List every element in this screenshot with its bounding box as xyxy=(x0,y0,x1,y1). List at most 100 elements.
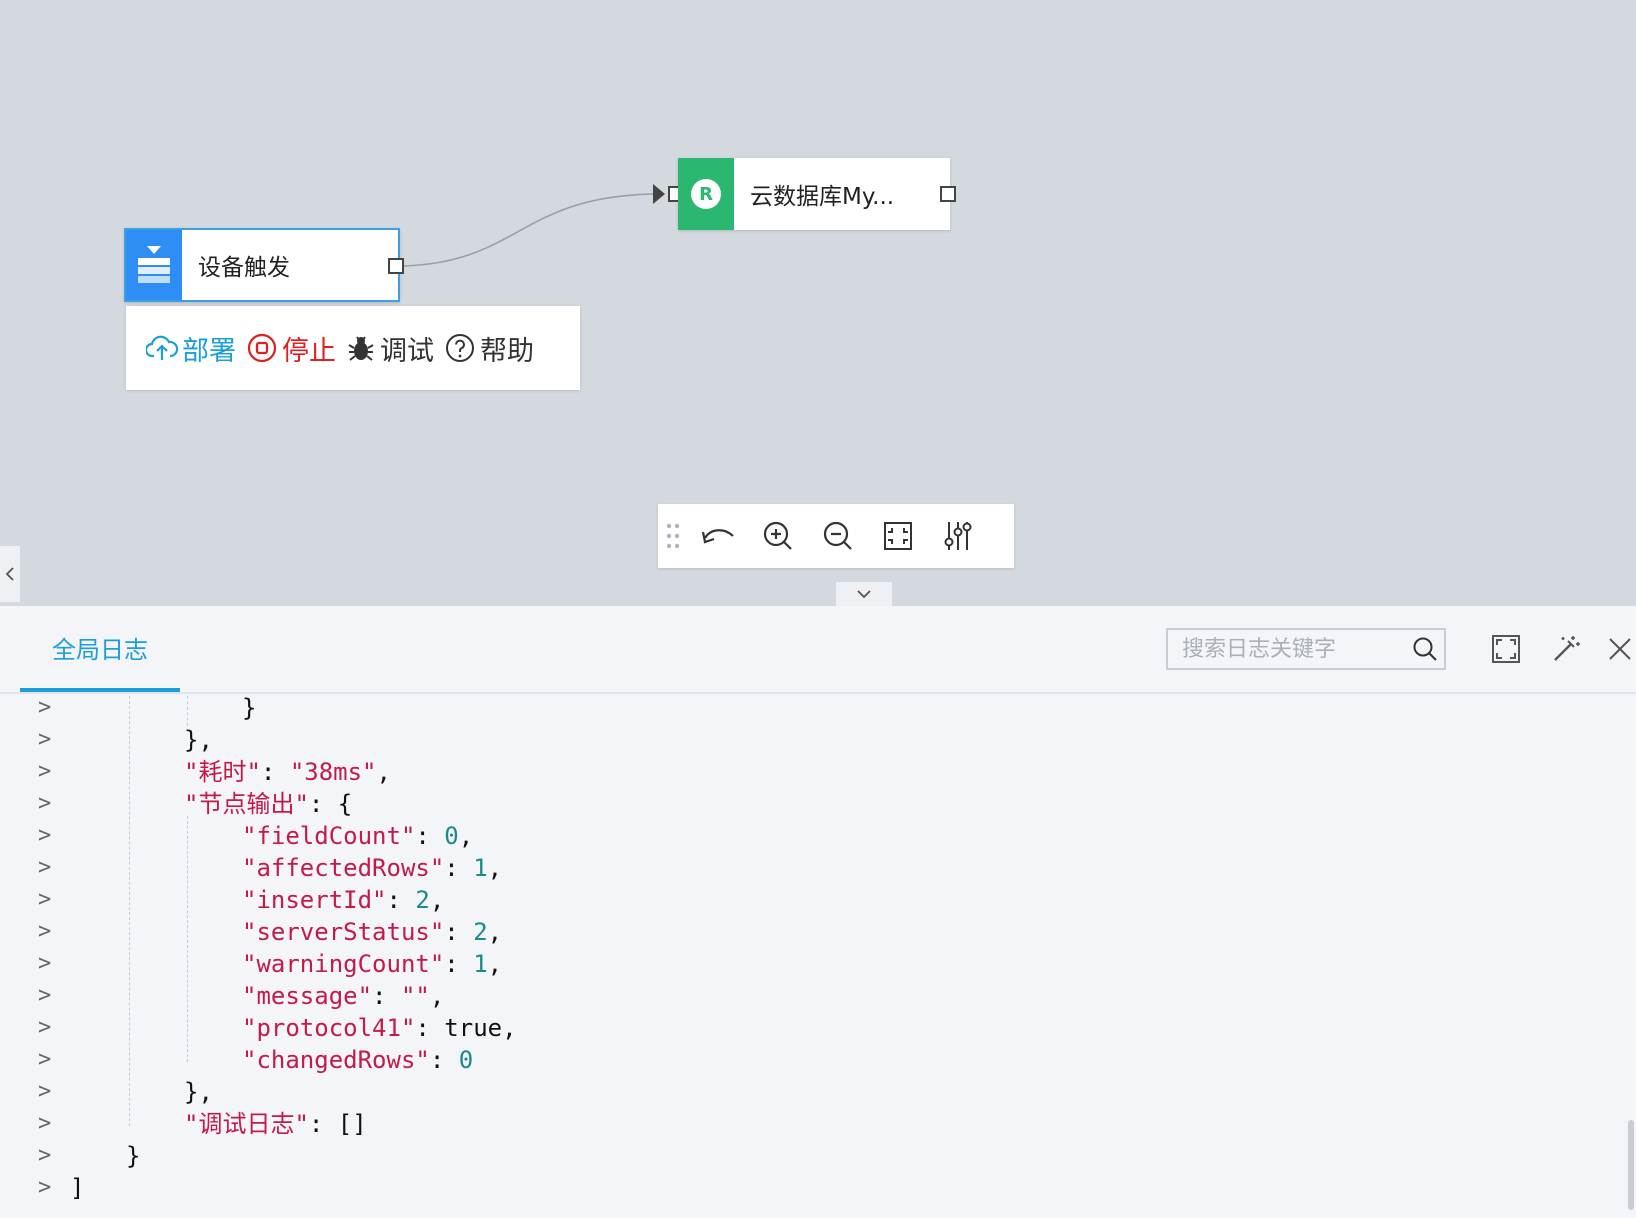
code-token: , xyxy=(376,758,391,786)
log-line: > "message": "", xyxy=(0,980,1600,1012)
expand-arrow[interactable]: > xyxy=(38,1012,58,1044)
code-token: "message" xyxy=(242,982,373,1010)
zoom-in-icon xyxy=(763,521,792,550)
expand-arrow[interactable]: > xyxy=(38,724,58,756)
code-token: "warningCount" xyxy=(242,950,445,978)
scrollbar-thumb[interactable] xyxy=(1628,1120,1634,1210)
db-node-icon: R xyxy=(678,158,734,230)
expand-arrow[interactable]: > xyxy=(38,852,58,884)
expand-arrow[interactable]: > xyxy=(38,788,58,820)
code-token: "affectedRows" xyxy=(242,854,445,882)
tab-global-log[interactable]: 全局日志 xyxy=(20,606,180,692)
stop-label: 停止 xyxy=(282,335,336,367)
log-code: "affectedRows": 1, xyxy=(242,852,502,884)
log-line: >} xyxy=(0,692,1600,724)
drag-handle-icon[interactable] xyxy=(658,504,688,568)
code-token: : { xyxy=(308,790,353,818)
code-token: : xyxy=(372,982,401,1010)
fullscreen-icon xyxy=(1492,635,1520,663)
expand-arrow[interactable]: > xyxy=(38,916,58,948)
search-icon[interactable] xyxy=(1412,636,1438,662)
expand-arrow[interactable]: > xyxy=(38,1172,58,1204)
code-token: , xyxy=(429,982,445,1010)
code-token: : true, xyxy=(415,1014,517,1042)
log-line: > "warningCount": 1, xyxy=(0,948,1600,980)
code-token: 1 xyxy=(473,950,488,978)
expand-arrow[interactable]: > xyxy=(38,948,58,980)
code-token: ] xyxy=(70,1174,85,1202)
collapse-log-button[interactable] xyxy=(836,582,892,606)
code-token: 0 xyxy=(458,1046,474,1074)
expand-arrow[interactable]: > xyxy=(38,1108,58,1140)
expand-arrow[interactable]: > xyxy=(38,1076,58,1108)
arrow-head-icon xyxy=(653,184,665,204)
clear-log-button[interactable] xyxy=(1546,628,1586,670)
flow-canvas[interactable]: 设备触发 R 云数据库My... 部署 停止 调试 帮助 xyxy=(0,0,1636,606)
log-search xyxy=(1166,628,1446,670)
settings-button[interactable] xyxy=(928,504,988,568)
fit-view-button[interactable] xyxy=(868,504,928,568)
bug-icon xyxy=(346,333,376,363)
output-port[interactable] xyxy=(940,186,956,202)
code-token: , xyxy=(458,822,474,850)
close-log-button[interactable] xyxy=(1604,628,1636,670)
code-token: }, xyxy=(184,726,213,754)
log-line: > "fieldCount": 0, xyxy=(0,820,1600,852)
help-button[interactable]: 帮助 xyxy=(444,329,534,368)
log-code: "changedRows": 0 xyxy=(242,1044,473,1076)
stop-button[interactable]: 停止 xyxy=(246,329,336,368)
cloud-upload-icon xyxy=(146,334,178,362)
debug-button[interactable]: 调试 xyxy=(346,329,434,368)
log-line: > "changedRows": 0 xyxy=(0,1044,1600,1076)
code-token: : xyxy=(444,854,474,882)
expand-arrow[interactable]: > xyxy=(38,884,58,916)
zoom-in-button[interactable] xyxy=(748,504,808,568)
log-code: "protocol41": true, xyxy=(242,1012,517,1044)
code-token: : xyxy=(260,758,290,786)
code-token: , xyxy=(487,854,503,882)
log-line: >}, xyxy=(0,1076,1600,1108)
log-line: > "serverStatus": 2, xyxy=(0,916,1600,948)
expand-arrow[interactable]: > xyxy=(38,692,58,724)
zoom-out-button[interactable] xyxy=(808,504,868,568)
code-token: 2 xyxy=(473,918,488,946)
expand-arrow[interactable]: > xyxy=(38,820,58,852)
expand-arrow[interactable]: > xyxy=(38,1044,58,1076)
code-token: : xyxy=(444,918,474,946)
deploy-button[interactable]: 部署 xyxy=(146,329,236,368)
search-input[interactable] xyxy=(1168,635,1412,663)
node-device-trigger[interactable]: 设备触发 xyxy=(124,228,404,302)
expand-arrow[interactable]: > xyxy=(38,980,58,1012)
code-token: } xyxy=(242,694,257,722)
log-line: > "耗时": "38ms", xyxy=(0,756,1600,788)
node-label: 设备触发 xyxy=(198,255,290,281)
help-label: 帮助 xyxy=(480,335,534,367)
log-code: "message": "", xyxy=(242,980,444,1012)
code-token: "protocol41" xyxy=(242,1014,416,1042)
log-code: }, xyxy=(184,1076,213,1108)
canvas-toolbar xyxy=(658,504,1014,568)
node-action-bar: 部署 停止 调试 帮助 xyxy=(126,306,580,390)
code-token: : xyxy=(429,1046,459,1074)
log-code: }, xyxy=(184,724,213,756)
undo-button[interactable] xyxy=(688,504,748,568)
log-code: ] xyxy=(70,1172,84,1204)
log-code: "warningCount": 1, xyxy=(242,948,502,980)
log-content: >} >}, > "耗时": "38ms", > "节点输出": {> "fieldCoun… xyxy=(0,694,1620,1218)
stop-circle-icon xyxy=(246,332,278,364)
log-code: "耗时": "38ms", xyxy=(184,756,391,788)
node-cloud-mysql[interactable]: R 云数据库My... xyxy=(678,158,956,230)
log-line: >] xyxy=(0,1172,1600,1204)
code-token: : xyxy=(415,822,445,850)
zoom-out-icon xyxy=(823,521,852,550)
node-label: 云数据库My... xyxy=(750,184,895,210)
code-token: "38ms" xyxy=(289,758,377,786)
log-header: 全局日志 xyxy=(0,606,1636,694)
fullscreen-button[interactable] xyxy=(1486,628,1526,670)
expand-sidebar-button[interactable] xyxy=(0,546,20,602)
expand-arrow[interactable]: > xyxy=(38,756,58,788)
log-line: > "insertId": 2, xyxy=(0,884,1600,916)
expand-arrow[interactable]: > xyxy=(38,1140,58,1172)
code-token: "serverStatus" xyxy=(242,918,445,946)
output-port[interactable] xyxy=(388,258,404,274)
